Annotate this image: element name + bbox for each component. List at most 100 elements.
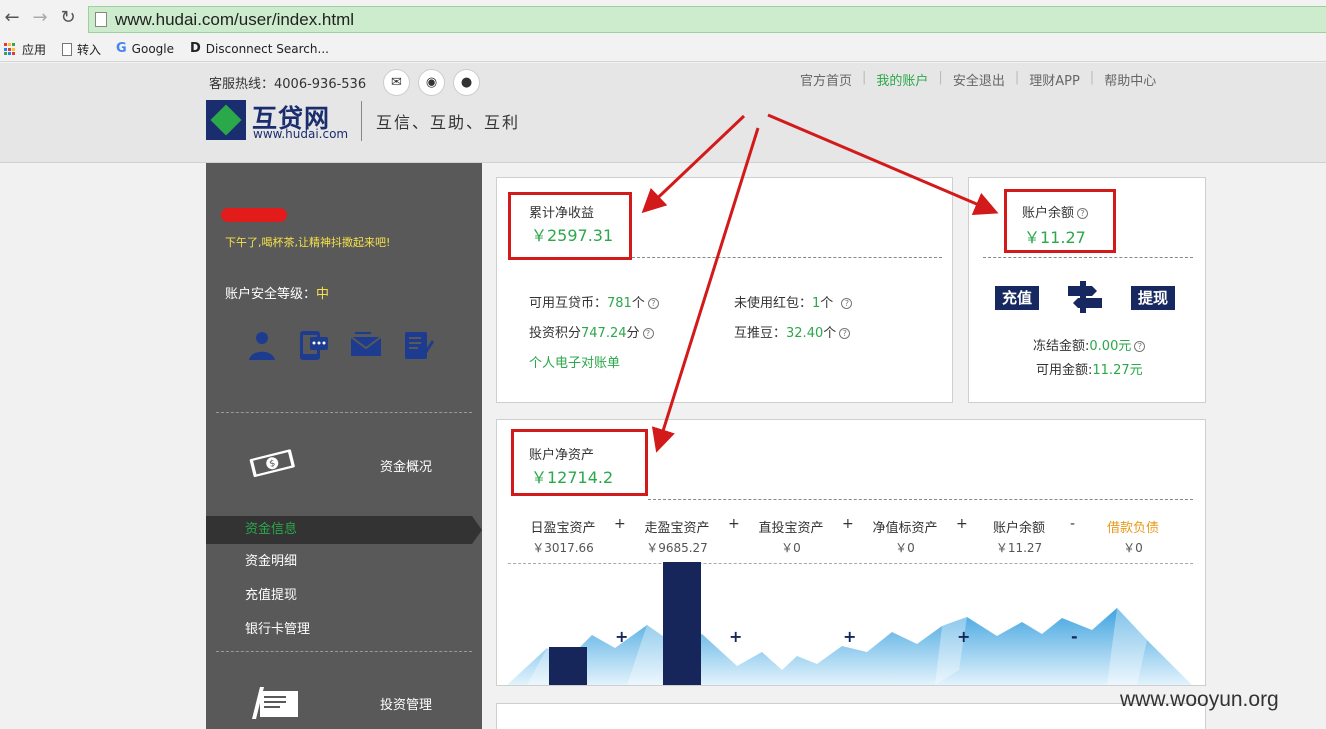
redacted-username	[221, 208, 287, 222]
google-icon: G	[116, 41, 127, 56]
security-level-value: 中	[316, 287, 330, 302]
email-icon[interactable]	[349, 328, 383, 362]
phone-icon[interactable]	[297, 328, 331, 362]
cumulative-earnings-label: 累计净收益	[529, 206, 595, 221]
bar-riyingbao	[549, 647, 587, 685]
sidebar-item-recharge-withdraw[interactable]: 充值提现	[206, 582, 482, 610]
help-icon[interactable]: ?	[642, 328, 654, 339]
contract-icon	[246, 683, 302, 723]
sidebar-divider	[216, 412, 472, 413]
chart-minus: -	[1071, 627, 1078, 646]
security-level: 账户安全等级：中	[225, 283, 329, 302]
balance-label-row: 账户余额?	[1022, 202, 1089, 221]
logo-url: www.hudai.com	[253, 127, 349, 141]
nav-help[interactable]: 帮助中心	[1104, 70, 1156, 89]
browser-address-row: ← → ↻ www.hudai.com/user/index.html	[0, 0, 1326, 38]
url-text: www.hudai.com/user/index.html	[115, 10, 355, 29]
back-arrow-icon[interactable]: ←	[2, 8, 22, 28]
available-amount: 可用金额:11.27元	[1036, 359, 1143, 378]
help-icon[interactable]: ?	[647, 298, 659, 309]
chart-plus: +	[843, 627, 857, 646]
frozen-label: 冻结金额:	[1033, 339, 1090, 354]
sidebar-item-bank-cards[interactable]: 银行卡管理	[206, 616, 482, 644]
weibo-icon[interactable]: ◉	[418, 69, 445, 96]
earnings-panel: 累计净收益 ￥2597.31 可用互贷币：781个? 未使用红包：1个? 投资积…	[496, 177, 953, 403]
money-icon: $	[246, 445, 300, 479]
beans-unit: 个	[823, 326, 837, 341]
points-label: 投资积分	[529, 326, 582, 341]
net-assets-panel: 账户净资产 ￥12714.2 日盈宝资产 ￥3017.66 + 走盈宝资产 ￥968…	[496, 419, 1206, 686]
nav-logout[interactable]: 安全退出	[953, 70, 1005, 89]
balance-value: ￥11.27	[1024, 228, 1086, 247]
redpack-row: 未使用红包：1个?	[734, 292, 853, 311]
beans-label: 互推豆：	[734, 326, 787, 341]
bookmark-label: Disconnect Search...	[205, 41, 329, 56]
hotline: 客服热线：4006-936-536	[209, 77, 367, 92]
bookmark-label: 应用	[22, 43, 47, 57]
points-row: 投资积分747.24分?	[529, 322, 654, 341]
nav-divider: |	[862, 70, 867, 85]
bookmark-transfer[interactable]: 转入	[62, 41, 101, 58]
chart-plus: +	[957, 627, 971, 646]
nav-app[interactable]: 理财APP	[1029, 70, 1080, 89]
document-icon	[62, 43, 72, 56]
beans-value: 32.40	[786, 326, 824, 341]
section-investment[interactable]: 投资管理	[380, 694, 432, 713]
help-icon[interactable]: ?	[1077, 208, 1089, 219]
redpack-unit: 个	[820, 296, 834, 311]
dashed-divider	[983, 257, 1193, 258]
top-nav: 官方首页 | 我的账户 | 安全退出 | 理财APP | 帮助中心	[800, 70, 1156, 89]
page-icon	[95, 12, 107, 27]
disconnect-icon: D	[190, 41, 201, 56]
cumulative-earnings-value: ￥2597.31	[531, 226, 614, 245]
bar-zouyingbao	[663, 562, 701, 685]
forward-arrow-icon[interactable]: →	[30, 8, 50, 28]
sidebar-item-fund-info[interactable]: 资金信息	[206, 516, 482, 544]
redpack-label: 未使用红包：	[734, 296, 813, 311]
coins-unit: 个	[631, 296, 645, 311]
mountain-background	[507, 608, 1192, 685]
user-icon[interactable]	[245, 328, 279, 362]
site-header: 客服热线：4006-936-536 ✉ ◉ ● 互贷网 www.hudai.co…	[0, 63, 1326, 163]
frozen-value: 0.00元	[1089, 339, 1132, 354]
apps-grid-icon	[4, 43, 17, 56]
id-card-icon[interactable]	[401, 328, 435, 362]
nav-divider: |	[1014, 70, 1020, 85]
sidebar-item-fund-details[interactable]: 资金明细	[206, 548, 482, 576]
chart-plus: +	[729, 627, 743, 646]
wechat-icon[interactable]: ●	[453, 69, 480, 96]
watermark: www.wooyun.org	[1120, 688, 1279, 711]
chat-icon[interactable]: ✉	[383, 69, 410, 96]
bookmark-label: Google	[131, 41, 174, 56]
nav-my-account[interactable]: 我的账户	[876, 70, 928, 89]
statement-link[interactable]: 个人电子对账单	[529, 352, 620, 371]
coins-value: 781	[607, 296, 632, 311]
greeting-text: 下午了,喝杯茶,让精神抖擞起来吧!	[225, 236, 391, 249]
sidebar: 下午了,喝杯茶,让精神抖擞起来吧! 账户安全等级：中 $ 资金概况 资金信息 资…	[206, 163, 482, 729]
recharge-button[interactable]: 充值	[995, 286, 1040, 310]
withdraw-button[interactable]: 提现	[1131, 286, 1176, 310]
help-icon[interactable]: ?	[839, 328, 851, 339]
address-bar[interactable]: www.hudai.com/user/index.html	[88, 6, 1326, 33]
next-panel	[496, 703, 1206, 729]
help-icon[interactable]: ?	[1134, 341, 1146, 352]
bookmark-apps[interactable]: 应用	[4, 41, 46, 58]
bookmark-label: 转入	[77, 43, 102, 57]
section-funds-overview[interactable]: 资金概况	[380, 456, 432, 475]
coins-row: 可用互贷币：781个?	[529, 292, 659, 311]
bookmark-google[interactable]: G Google	[116, 41, 174, 56]
nav-divider: |	[938, 70, 943, 85]
nav-home[interactable]: 官方首页	[800, 70, 852, 89]
logo-divider	[361, 101, 362, 141]
beans-row: 互推豆：32.40个?	[734, 322, 851, 341]
help-icon[interactable]: ?	[841, 298, 853, 309]
sidebar-divider	[216, 651, 472, 652]
logo-icon[interactable]	[206, 100, 246, 140]
signpost-icon	[1066, 279, 1104, 319]
security-level-label: 账户安全等级：	[225, 287, 317, 302]
chart-plus: +	[615, 627, 629, 646]
bookmarks-bar: 应用 转入 G Google D Disconnect Search...	[0, 38, 1326, 62]
reload-icon[interactable]: ↻	[58, 8, 78, 28]
frozen-amount: 冻结金额:0.00元?	[1033, 335, 1146, 354]
bookmark-disconnect[interactable]: D Disconnect Search...	[190, 41, 329, 56]
